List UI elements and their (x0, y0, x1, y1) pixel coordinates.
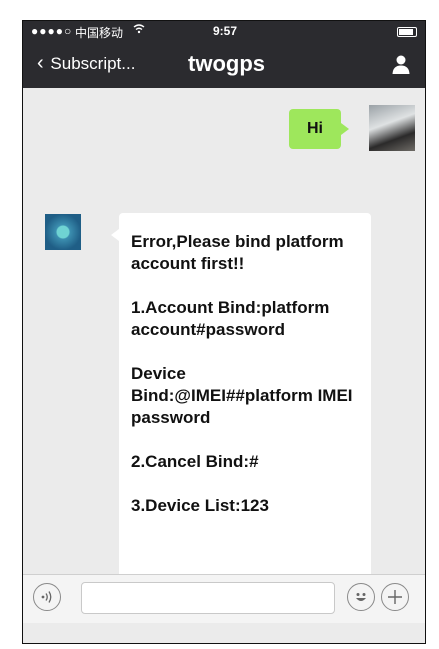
person-icon[interactable] (391, 54, 411, 74)
nav-bar: ‹ Subscript... twogps (23, 41, 425, 88)
status-bar: ●●●●○ 中国移动 9:57 (23, 21, 425, 41)
account-avatar[interactable] (45, 214, 81, 250)
voice-icon (41, 591, 52, 603)
message-line: 1.Account Bind:platform account#password (131, 298, 330, 339)
emoji-button[interactable] (347, 583, 375, 611)
page-title: twogps (188, 51, 265, 76)
plus-icon (388, 590, 402, 604)
chat-area[interactable]: Hi Error,Please bind platform account fi… (23, 88, 425, 593)
signal-indicator: ●●●●○ (31, 24, 73, 38)
voice-button[interactable] (33, 583, 61, 611)
battery-icon (397, 27, 417, 37)
wifi-icon (133, 23, 145, 37)
phone-screen: ●●●●○ 中国移动 9:57 ‹ Subscript... twogps Hi (22, 20, 426, 644)
outgoing-message-bubble[interactable]: Hi (289, 109, 349, 149)
message-line: Error,Please bind platform account first… (131, 232, 344, 273)
message-input[interactable] (81, 582, 335, 614)
incoming-message-bubble[interactable]: Error,Please bind platform account first… (111, 213, 371, 593)
back-button[interactable]: ‹ Subscript... (37, 52, 135, 75)
status-time: 9:57 (213, 24, 238, 38)
user-avatar[interactable] (369, 105, 415, 151)
back-label: Subscript... (50, 54, 136, 73)
emoji-icon (356, 593, 366, 601)
plus-button[interactable] (381, 583, 409, 611)
message-line: Device Bind:@IMEI##platform IMEI passwor… (131, 364, 353, 427)
carrier-name: 中国移动 (75, 26, 124, 40)
chevron-left-icon: ‹ (37, 52, 44, 74)
message-line: 2.Cancel Bind:# (131, 452, 259, 471)
input-bar (23, 574, 425, 623)
message-line: 3.Device List:123 (131, 496, 269, 515)
